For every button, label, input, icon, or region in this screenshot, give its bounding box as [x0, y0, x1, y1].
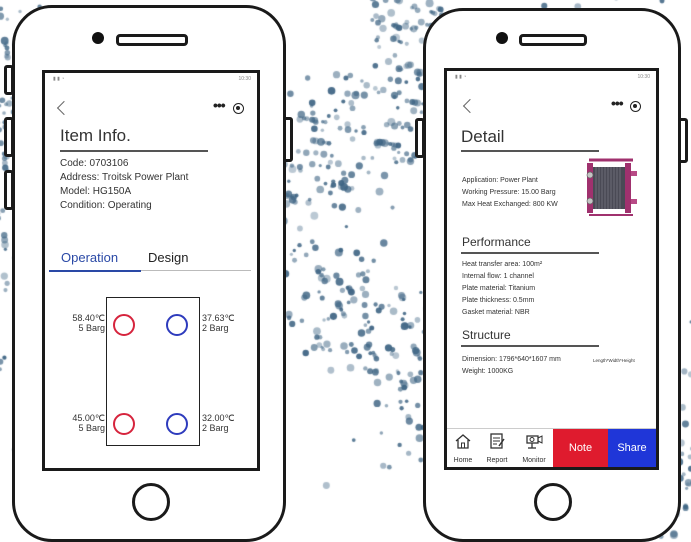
share-button[interactable]: Share	[608, 429, 656, 467]
tab-design[interactable]: Design	[148, 250, 188, 265]
tab-operation[interactable]: Operation	[61, 250, 118, 265]
tabbar-report-label: Report	[486, 457, 508, 464]
right-phone-speaker	[519, 34, 587, 46]
port-bottom-right-pressure: 2 Barg	[202, 423, 229, 433]
tabbar-home[interactable]: Home	[447, 429, 479, 467]
bottom-tabbar: Home Report Monitor Note Share	[447, 428, 656, 467]
heat-exchanger-image	[586, 158, 637, 216]
detail-screen: ▮ ▮ ◔ 10:30 ••• Detail Application: Powe…	[444, 68, 659, 470]
left-phone: ▮ ▮ ◔ 10:30 ••• Item Info. Code: 0703106…	[4, 5, 293, 542]
item-address: Address: Troitsk Power Plant	[60, 172, 189, 183]
port-bottom-right-temp: 32.00℃	[202, 413, 235, 423]
tabbar-report[interactable]: Report	[479, 429, 515, 467]
report-icon	[490, 433, 505, 449]
structure-underline	[461, 345, 599, 347]
status-bar: ▮ ▮ ◔ 10:30	[45, 73, 257, 85]
signal-icon: ▮ ▮ ◔	[455, 74, 467, 80]
more-dots-icon[interactable]: •••	[611, 95, 624, 111]
tab-divider	[141, 270, 251, 271]
left-phone-home-button[interactable]	[132, 483, 170, 521]
port-bottom-right-reading: 32.00℃ 2 Barg	[202, 413, 246, 433]
detail-dimension: Dimension: 1796*640*1607 mm	[462, 356, 561, 363]
performance-item: Plate material: Titanium	[462, 285, 536, 292]
item-model: Model: HG150A	[60, 186, 132, 197]
more-dots-icon[interactable]: •••	[213, 97, 226, 113]
monitor-icon	[526, 435, 543, 449]
tabbar-monitor-label: Monitor	[522, 457, 546, 464]
back-chevron-icon[interactable]	[462, 98, 478, 114]
port-bottom-left-pressure: 5 Barg	[78, 423, 105, 433]
port-top-left-pressure: 5 Barg	[78, 323, 105, 333]
port-bottom-right[interactable]	[166, 413, 188, 435]
back-chevron-icon[interactable]	[56, 100, 72, 116]
detail-weight: Weight: 1000KG	[462, 368, 514, 375]
performance-item: Heat transfer area: 100m²	[462, 261, 543, 268]
tabbar-home-label: Home	[453, 457, 473, 464]
left-phone-speaker	[116, 34, 188, 46]
home-icon	[455, 434, 471, 449]
item-condition: Condition: Operating	[60, 200, 152, 211]
performance-item: Internal flow: 1 channel	[462, 273, 534, 280]
port-top-right-pressure: 2 Barg	[202, 323, 229, 333]
detail-max-heat: Max Heat Exchanged: 800 KW	[462, 201, 558, 208]
item-code: Code: 0703106	[60, 158, 129, 169]
item-info-screen: ▮ ▮ ◔ 10:30 ••• Item Info. Code: 0703106…	[42, 70, 260, 471]
signal-icon: ▮ ▮ ◔	[53, 76, 65, 82]
target-icon[interactable]	[233, 103, 244, 114]
right-phone-home-button[interactable]	[534, 483, 572, 521]
left-phone-camera	[92, 32, 104, 44]
port-top-right[interactable]	[166, 314, 188, 336]
tabbar-monitor[interactable]: Monitor	[515, 429, 553, 467]
port-top-left-reading: 58.40℃ 5 Barg	[59, 313, 105, 333]
title-underline	[60, 150, 208, 152]
performance-underline	[461, 252, 599, 254]
status-time: 10:30	[238, 76, 251, 82]
structure-title: Structure	[462, 328, 511, 342]
right-phone: ▮ ▮ ◔ 10:30 ••• Detail Application: Powe…	[415, 8, 688, 542]
target-icon[interactable]	[630, 101, 641, 112]
port-top-right-temp: 37.63℃	[202, 313, 235, 323]
right-phone-camera	[496, 32, 508, 44]
status-bar: ▮ ▮ ◔ 10:30	[447, 71, 656, 83]
detail-dimension-note: Length*Width*Height	[593, 358, 635, 363]
port-bottom-left[interactable]	[113, 413, 135, 435]
note-button[interactable]: Note	[553, 429, 608, 467]
port-top-left[interactable]	[113, 314, 135, 336]
port-bottom-left-temp: 45.00℃	[72, 413, 105, 423]
port-bottom-left-reading: 45.00℃ 5 Barg	[59, 413, 105, 433]
status-time: 10:30	[637, 74, 650, 80]
performance-title: Performance	[462, 235, 531, 249]
performance-item: Gasket material: NBR	[462, 309, 530, 316]
detail-working-pressure: Working Pressure: 15.00 Barg	[462, 189, 556, 196]
title-underline	[461, 150, 599, 152]
port-top-right-reading: 37.63℃ 2 Barg	[202, 313, 246, 333]
performance-item: Plate thickness: 0.5mm	[462, 297, 535, 304]
port-top-left-temp: 58.40℃	[72, 313, 105, 323]
page-title: Item Info.	[60, 126, 131, 145]
tab-operation-underline	[49, 270, 141, 272]
page-title: Detail	[461, 127, 505, 146]
detail-application: Application: Power Plant	[462, 177, 538, 184]
